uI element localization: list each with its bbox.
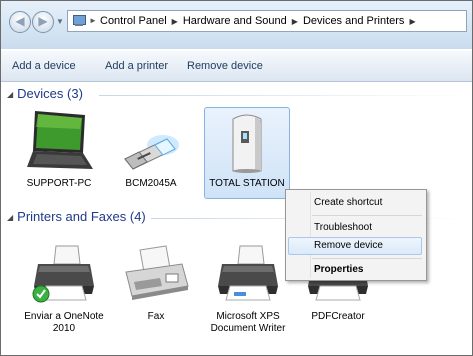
menu-item-troubleshoot[interactable]: Troubleshoot xyxy=(314,222,372,233)
group-title: Printers and Faxes (4) xyxy=(17,209,146,224)
group-divider xyxy=(99,95,469,96)
printer-label: Fax xyxy=(147,311,165,322)
address-bar-area: ◀ ▶ ▼ ► Control Panel ▶ Hardware and Sound… xyxy=(1,1,472,49)
printer-icon xyxy=(218,245,278,301)
control-panel-icon xyxy=(72,14,86,27)
printer-label: 2010 xyxy=(52,323,76,334)
fax-icon xyxy=(125,245,189,300)
breadcrumb-separator-icon[interactable]: ▶ xyxy=(409,17,415,26)
arrow-left-icon: ◀ xyxy=(15,14,25,28)
device-total-station[interactable]: TOTAL STATION xyxy=(206,109,288,190)
breadcrumb: Control Panel ▶ Hardware and Sound ▶ Devices… xyxy=(100,15,421,27)
menu-separator xyxy=(312,258,422,259)
menu-item-properties[interactable]: Properties xyxy=(314,264,363,275)
menu-item-create-shortcut[interactable]: Create shortcut xyxy=(314,197,382,208)
chevron-icon[interactable]: ► xyxy=(89,16,97,25)
printer-onenote[interactable]: Enviar a OneNote 2010 xyxy=(16,242,112,335)
command-bar: Add a device Add a printer Remove device xyxy=(1,51,472,82)
group-header-printers[interactable]: ◢ Printers and Faxes (4) xyxy=(7,209,146,224)
printer-label: Document Writer xyxy=(210,323,286,334)
breadcrumb-item[interactable]: Control Panel xyxy=(100,15,167,27)
back-button[interactable]: ◀ xyxy=(9,11,31,33)
printer-label: PDFCreator xyxy=(311,311,365,322)
recent-pages-dropdown-icon[interactable]: ▼ xyxy=(56,17,64,26)
devices-and-printers-window: ◀ ▶ ▼ ► Control Panel ▶ Hardware and Sound… xyxy=(0,0,473,356)
device-label: SUPPORT-PC xyxy=(26,178,92,189)
menu-item-remove-device[interactable]: Remove device xyxy=(314,240,383,251)
device-tower-icon xyxy=(232,114,262,173)
collapse-triangle-icon[interactable]: ◢ xyxy=(7,213,13,222)
printer-icon xyxy=(32,245,94,303)
group-header-devices[interactable]: ◢ Devices (3) xyxy=(7,86,83,101)
device-bcm2045a[interactable]: BCM2045A xyxy=(111,109,191,190)
address-box[interactable]: ► Control Panel ▶ Hardware and Sound ▶ Devic… xyxy=(67,10,467,32)
device-support-pc[interactable]: SUPPORT-PC xyxy=(19,109,99,190)
breadcrumb-separator-icon[interactable]: ▶ xyxy=(292,17,298,26)
device-label: TOTAL STATION xyxy=(209,178,285,189)
group-title: Devices (3) xyxy=(17,86,83,101)
remove-device-button[interactable]: Remove device xyxy=(187,60,263,72)
printer-microsoft-xps[interactable]: Microsoft XPS Document Writer xyxy=(200,242,296,335)
collapse-triangle-icon[interactable]: ◢ xyxy=(7,90,13,99)
arrow-right-icon: ▶ xyxy=(38,14,48,28)
forward-button[interactable]: ▶ xyxy=(32,11,54,33)
add-device-button[interactable]: Add a device xyxy=(12,60,76,72)
breadcrumb-item[interactable]: Devices and Printers xyxy=(303,15,405,27)
device-label: BCM2045A xyxy=(125,178,177,189)
context-menu: Create shortcut Troubleshoot Remove devi… xyxy=(285,189,427,281)
menu-gutter xyxy=(310,192,311,278)
printer-label: Microsoft XPS xyxy=(216,311,280,322)
add-printer-button[interactable]: Add a printer xyxy=(105,60,168,72)
breadcrumb-item[interactable]: Hardware and Sound xyxy=(183,15,287,27)
breadcrumb-separator-icon[interactable]: ▶ xyxy=(172,17,178,26)
laptop-icon xyxy=(27,111,93,169)
printer-label: Enviar a OneNote xyxy=(24,311,104,322)
menu-separator xyxy=(312,215,422,216)
usb-bluetooth-adapter-icon xyxy=(124,135,179,170)
printer-fax[interactable]: Fax xyxy=(118,242,194,323)
